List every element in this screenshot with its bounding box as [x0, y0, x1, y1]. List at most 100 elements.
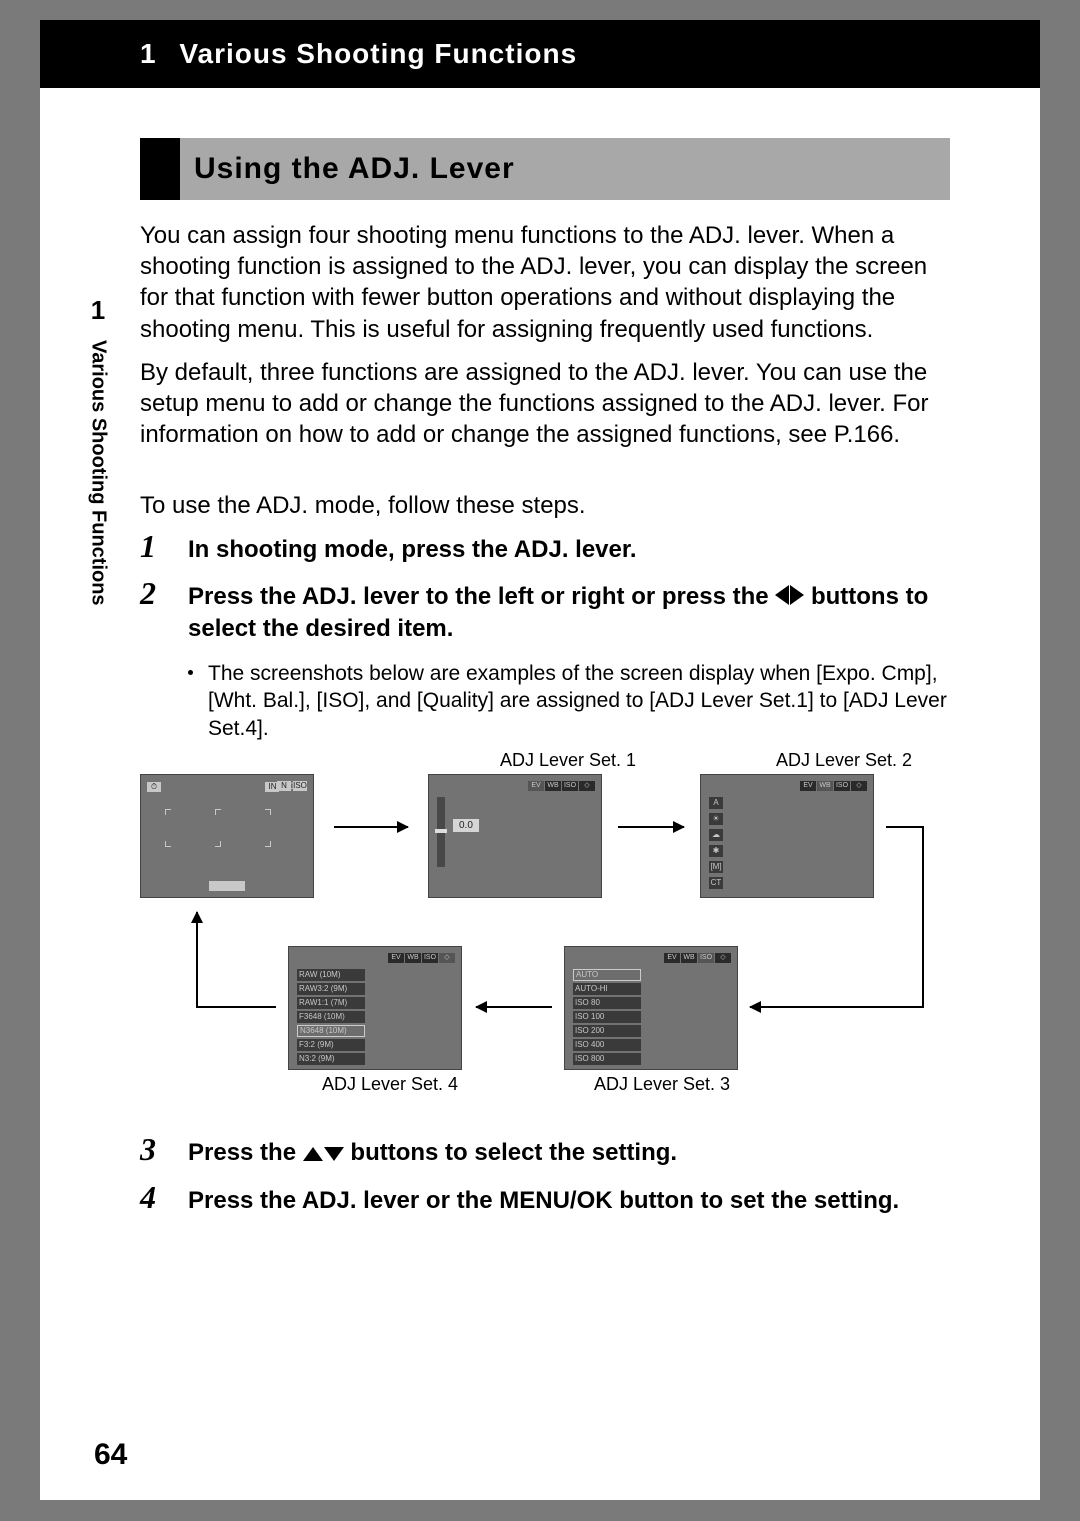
list-item: ISO 400	[573, 1039, 641, 1051]
tab-wb: WB	[817, 781, 833, 791]
left-right-icon	[775, 582, 804, 613]
label-set1: ADJ Lever Set. 1	[500, 750, 636, 771]
ev-value: 0.0	[453, 819, 479, 832]
tab-ev: EV	[388, 953, 404, 963]
label-set3: ADJ Lever Set. 3	[594, 1074, 730, 1095]
step-1: 1 In shooting mode, press the ADJ. lever…	[140, 534, 950, 565]
sidebar-chapter-label: Various Shooting Functions	[87, 340, 110, 606]
tab-ev: EV	[528, 781, 544, 791]
up-down-icon	[303, 1138, 344, 1169]
tab-iso: ISO	[834, 781, 850, 791]
iso-icon: ISO	[293, 781, 307, 791]
list-item: F3648 (10M)	[297, 1011, 365, 1023]
tab-extra: ◇	[851, 781, 867, 791]
list-item: N3:2 (9M)	[297, 1053, 365, 1065]
wb-cloud-icon: ☁	[709, 829, 723, 841]
list-item: ISO 800	[573, 1053, 641, 1065]
sidebar-tab: 1 Various Shooting Functions	[78, 295, 118, 611]
step-text-post: buttons to select the setting.	[350, 1139, 677, 1166]
screenshot-preview: ⏱ IN 1147 N ISO	[140, 774, 314, 898]
bullet-text: The screenshots below are examples of th…	[208, 662, 947, 740]
tab-ev: EV	[800, 781, 816, 791]
step-2-bullet: The screenshots below are examples of th…	[140, 660, 950, 742]
step-text: In shooting mode, press the ADJ. lever.	[188, 534, 950, 565]
section-title: Using the ADJ. Lever	[180, 138, 950, 200]
step-2: 2 Press the ADJ. lever to the left or ri…	[140, 581, 950, 644]
list-item: F3:2 (9M)	[297, 1039, 365, 1051]
chapter-header: 1 Various Shooting Functions	[40, 20, 1040, 88]
list-item: AUTO-HI	[573, 983, 641, 995]
chapter-number: 1	[140, 38, 157, 69]
list-item: RAW3:2 (9M)	[297, 983, 365, 995]
preview-top-right: N ISO	[277, 781, 307, 791]
connector-line	[922, 826, 924, 1006]
tab-wb: WB	[405, 953, 421, 963]
tab-iso: ISO	[698, 953, 714, 963]
connector-line	[886, 826, 924, 828]
quality-icon: N	[277, 781, 291, 791]
iso-list: AUTO AUTO-HI ISO 80 ISO 100 ISO 200 ISO …	[573, 969, 641, 1065]
step-number: 1	[140, 528, 156, 565]
timer-icon: ⏱	[147, 782, 161, 792]
step-number: 4	[140, 1179, 156, 1216]
step-text: Press the buttons to select the setting.	[188, 1137, 950, 1169]
list-item: ISO 80	[573, 997, 641, 1009]
tab-iso: ISO	[562, 781, 578, 791]
tab-wb: WB	[545, 781, 561, 791]
list-item: RAW1:1 (7M)	[297, 997, 365, 1009]
tab-ev: EV	[664, 953, 680, 963]
screenshot-set1: EV WB ISO ◇ 0.0	[428, 774, 602, 898]
quality-list: RAW (10M) RAW3:2 (9M) RAW1:1 (7M) F3648 …	[297, 969, 365, 1065]
content-area: Using the ADJ. Lever You can assign four…	[140, 138, 950, 1216]
label-set4: ADJ Lever Set. 4	[322, 1074, 458, 1095]
step-text: Press the ADJ. lever or the MENU/OK butt…	[188, 1185, 950, 1216]
list-item: ISO 100	[573, 1011, 641, 1023]
page-number: 64	[94, 1438, 127, 1472]
arrow-right-icon	[618, 826, 684, 828]
list-item: RAW (10M)	[297, 969, 365, 981]
arrow-up-icon	[196, 912, 198, 1006]
wb-inc-icon: ✱	[709, 845, 723, 857]
manual-page: 1 Various Shooting Functions 1 Various S…	[40, 20, 1040, 1500]
set1-tabs: EV WB ISO ◇	[528, 781, 595, 791]
sidebar-chapter-number: 1	[78, 295, 118, 326]
wb-manual-icon: [M]	[709, 861, 723, 873]
intro-paragraph-2: By default, three functions are assigned…	[140, 357, 950, 451]
step-number: 2	[140, 575, 156, 612]
step-text-pre: Press the ADJ. lever to the left or righ…	[188, 583, 775, 610]
arrow-left-icon	[476, 1006, 552, 1008]
set3-tabs: EV WB ISO ◇	[664, 953, 731, 963]
connector-line	[196, 1006, 276, 1008]
list-item-selected: N3648 (10M)	[297, 1025, 365, 1037]
adj-lever-diagram: ADJ Lever Set. 1 ADJ Lever Set. 2 ⏱ IN 1…	[140, 756, 940, 1101]
intro-paragraph-3: To use the ADJ. mode, follow these steps…	[140, 490, 950, 521]
step-text: Press the ADJ. lever to the left or righ…	[188, 581, 950, 644]
tab-extra: ◇	[579, 781, 595, 791]
set4-tabs: EV WB ISO ◇	[388, 953, 455, 963]
heading-accent	[140, 138, 180, 200]
wb-sun-icon: ☀	[709, 813, 723, 825]
step-number: 3	[140, 1131, 156, 1168]
step-3: 3 Press the buttons to select the settin…	[140, 1137, 950, 1169]
ev-scale	[437, 797, 445, 867]
ev-marker	[435, 829, 447, 833]
tab-extra: ◇	[439, 953, 455, 963]
chapter-title: Various Shooting Functions	[179, 38, 577, 69]
intro-paragraph-1: You can assign four shooting menu functi…	[140, 220, 950, 345]
label-set2: ADJ Lever Set. 2	[776, 750, 912, 771]
tab-wb: WB	[681, 953, 697, 963]
screenshot-set2: EV WB ISO ◇ A ☀ ☁ ✱ [M] CT	[700, 774, 874, 898]
screenshot-set4: EV WB ISO ◇ RAW (10M) RAW3:2 (9M) RAW1:1…	[288, 946, 462, 1070]
screenshot-set3: EV WB ISO ◇ AUTO AUTO-HI ISO 80 ISO 100 …	[564, 946, 738, 1070]
arrow-right-icon	[334, 826, 408, 828]
list-item: ISO 200	[573, 1025, 641, 1037]
tab-extra: ◇	[715, 953, 731, 963]
wb-options: A ☀ ☁ ✱ [M] CT	[709, 797, 723, 889]
tab-iso: ISO	[422, 953, 438, 963]
arrow-left-icon	[750, 1006, 924, 1008]
section-heading: Using the ADJ. Lever	[140, 138, 950, 200]
list-item-selected: AUTO	[573, 969, 641, 981]
wb-ct-icon: CT	[709, 877, 723, 889]
bullet-icon	[188, 670, 193, 675]
step-4: 4 Press the ADJ. lever or the MENU/OK bu…	[140, 1185, 950, 1216]
